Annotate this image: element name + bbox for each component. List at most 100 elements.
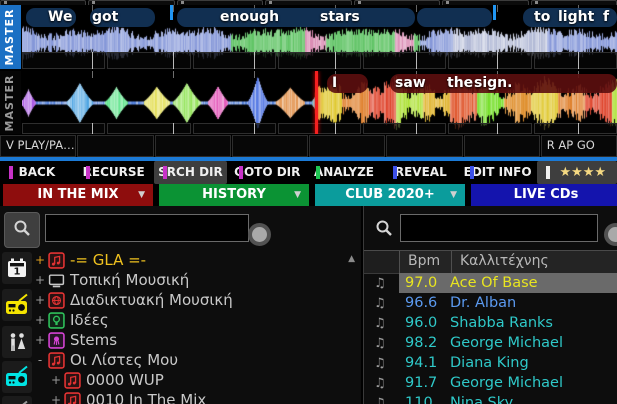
radio-icon-yellow[interactable] — [2, 289, 32, 321]
track-row-body: 110Nina Sky — [399, 393, 617, 404]
collapse-icon[interactable]: - — [34, 350, 46, 370]
deck-top-beatgrid-strip — [22, 52, 617, 69]
folder-search-button[interactable] — [4, 212, 40, 248]
music-note-icon: ♫ — [364, 396, 399, 404]
shortcut-pad[interactable]: V PLAY/PA… — [0, 135, 76, 157]
tab-club-2020-[interactable]: CLUB 2020+▼ — [315, 184, 465, 206]
shortcut-pad[interactable] — [309, 135, 385, 157]
expand-icon[interactable]: + — [34, 270, 46, 290]
track-search-clear-button[interactable] — [604, 223, 617, 246]
beat-gridline — [92, 71, 93, 78]
beatgrid-cell — [278, 52, 361, 69]
shortcut-pad[interactable] — [386, 135, 462, 157]
column-header-artist[interactable]: Καλλιτέχνης — [452, 251, 617, 273]
beat-gridline — [578, 123, 579, 134]
beatgrid-cell — [107, 123, 190, 134]
beat-gridline — [335, 52, 336, 69]
tab-label: LIVE CDs — [514, 187, 579, 202]
tree-item[interactable]: +0010 In The Mix — [34, 390, 361, 404]
folder-panel: ▲ 1 +-= GLA =-+Τοπική Μουσική+Διαδικτυακ… — [0, 206, 361, 404]
browser-area: ▲ 1 +-= GLA =-+Τοπική Μουσική+Διαδικτυακ… — [0, 206, 617, 404]
beat-gridline — [497, 5, 498, 12]
beat-gridline — [254, 52, 255, 69]
track-list-panel: Bpm Καλλιτέχνης ♫97.0Ace Of Base♫96.6Dr.… — [364, 206, 617, 404]
column-header-icon[interactable] — [364, 251, 400, 273]
button-label: REVEAL — [395, 165, 447, 179]
track-row[interactable]: ♫94.1Diana King — [364, 353, 617, 373]
shortcut-pad[interactable] — [77, 135, 153, 157]
tab-in-the-mix[interactable]: IN THE MIX▼ — [3, 184, 153, 206]
recurse-button[interactable]: RECURSE — [77, 161, 151, 184]
button-label: GOTO DIR — [234, 165, 300, 179]
track-search-input[interactable] — [400, 214, 598, 242]
radio-icon-gray[interactable] — [2, 396, 32, 404]
pad-indicator-dot — [181, 1, 184, 4]
folder-music-icon — [64, 392, 81, 404]
music-note-icon: ♫ — [364, 376, 399, 391]
shortcut-pad[interactable] — [232, 135, 308, 157]
chevron-down-icon[interactable]: ▼ — [450, 184, 457, 206]
beat-gridline — [335, 123, 336, 134]
beat-gridline — [92, 52, 93, 69]
beatgrid-cell — [278, 123, 361, 134]
expand-icon[interactable]: + — [34, 310, 46, 330]
expand-icon[interactable]: + — [34, 250, 46, 270]
track-row[interactable]: ♫96.6Dr. Alban — [364, 293, 617, 313]
track-artist: Diana King — [442, 353, 617, 373]
chevron-down-icon[interactable]: ▼ — [294, 184, 301, 206]
expand-icon[interactable]: + — [34, 330, 46, 350]
goto-dir-button[interactable]: GOTO DIR — [230, 161, 304, 184]
track-bpm: 98.2 — [399, 333, 442, 353]
track-row[interactable]: ♫98.2George Michael — [364, 333, 617, 353]
folder-search-input[interactable] — [45, 214, 249, 242]
lyric-word: We — [48, 8, 72, 27]
rating-stars-button[interactable]: ★★★★ — [537, 161, 617, 184]
pad-indicator-dot — [4, 1, 7, 4]
expand-icon[interactable]: + — [50, 370, 62, 390]
tree-item[interactable]: +Stems — [34, 330, 361, 350]
lyric-word: light — [558, 8, 594, 27]
folder-search-clear-button[interactable] — [248, 223, 271, 246]
lyric-word: sign. — [474, 74, 512, 93]
calendar-icon[interactable]: 1 — [2, 252, 32, 284]
tab-live-cds[interactable]: LIVE CDs — [471, 184, 617, 206]
radio-icon-cyan[interactable] — [2, 361, 32, 393]
tree-item[interactable]: +Διαδικτυακή Μουσική — [34, 290, 361, 310]
edit-info-button[interactable]: EDIT INFO — [461, 161, 535, 184]
tree-item[interactable]: +0000 WUP — [34, 370, 361, 390]
folder-bulb-icon — [48, 312, 65, 329]
track-row[interactable]: ♫97.0Ace Of Base — [364, 273, 617, 293]
playlist-tabs: IN THE MIX▼ HISTORY▼ CLUB 2020+▼ LIVE CDs — [0, 184, 617, 206]
expand-icon[interactable]: + — [50, 390, 62, 404]
deck-top-waveform[interactable]: Wegotenoughstarstolightf — [22, 5, 617, 69]
srch-dir-button[interactable]: SRCH DIR — [154, 161, 228, 184]
lyric-word: f — [603, 8, 609, 27]
back-button[interactable]: BACK — [0, 161, 74, 184]
tree-item[interactable]: +Ιδέες — [34, 310, 361, 330]
folder-globe-icon — [48, 292, 65, 309]
reveal-button[interactable]: REVEAL — [384, 161, 458, 184]
track-row[interactable]: ♫91.7George Michael — [364, 373, 617, 393]
track-row[interactable]: ♫96.0Shabba Ranks — [364, 313, 617, 333]
tab-history[interactable]: HISTORY▼ — [159, 184, 309, 206]
tree-item[interactable]: -Οι Λίστες Μου — [34, 350, 361, 370]
tree-item[interactable]: +Τοπική Μουσική — [34, 270, 361, 290]
pad-indicator-dot — [446, 1, 449, 4]
deck-bottom-waveform[interactable]: Isawthesign. — [22, 71, 617, 134]
browser-toolbar: BACKRECURSESRCH DIR GOTO DIR ANALYZE REVEAL… — [0, 161, 617, 184]
shortcut-pads-row: V PLAY/PA… R AP GO — [0, 135, 617, 157]
shortcut-pad[interactable] — [464, 135, 540, 157]
track-row-body: 94.1Diana King — [399, 353, 617, 373]
chevron-down-icon[interactable]: ▼ — [138, 184, 145, 206]
shortcut-pad[interactable]: R AP GO — [541, 135, 617, 157]
expand-icon[interactable]: + — [34, 290, 46, 310]
svg-text:1: 1 — [14, 267, 21, 278]
analyze-button[interactable]: ANALYZE — [307, 161, 381, 184]
track-row[interactable]: ♫110Nina Sky — [364, 393, 617, 404]
beatgrid-cell — [193, 123, 276, 134]
shortcut-pad[interactable] — [155, 135, 231, 157]
column-header-bpm[interactable]: Bpm — [400, 251, 452, 273]
wedding-people-icon[interactable] — [2, 326, 32, 358]
cue-marker — [170, 5, 173, 20]
tree-item[interactable]: +-= GLA =- — [34, 250, 361, 270]
